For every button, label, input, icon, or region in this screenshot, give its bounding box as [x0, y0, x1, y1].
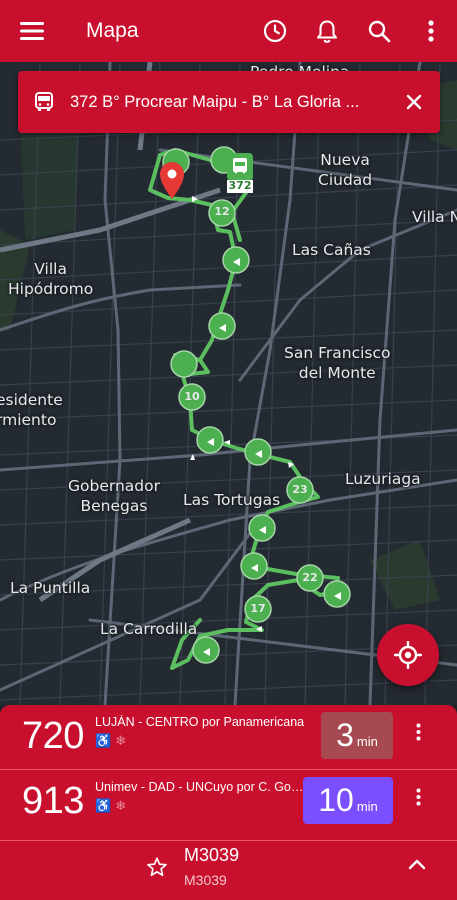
place-label-la-puntilla: La Puntilla: [10, 579, 91, 597]
eta-unit: min: [356, 734, 378, 749]
stop-number-12: 12: [214, 205, 230, 218]
route-title: 372 B° Procrear Maipu - B° La Gloria ...: [70, 92, 360, 111]
close-route-button[interactable]: [388, 94, 440, 110]
my-location-button[interactable]: [377, 624, 439, 686]
wheelchair-icon: ♿: [95, 733, 116, 748]
overflow-menu-button[interactable]: [405, 0, 457, 62]
line-number: 913: [22, 780, 84, 822]
bell-icon: [316, 20, 338, 43]
star-outline-icon: [147, 857, 167, 877]
place-label-villa-nueva: Villa Nu: [412, 208, 457, 226]
route-badge-372: 372: [228, 179, 252, 192]
arrivals-sheet: 720 LUJÁN - CENTRO por Panamericana ♿❄ 3…: [0, 705, 457, 900]
eta-value: 10: [318, 782, 354, 818]
stop-code: M3039: [184, 845, 240, 865]
bus-icon: [18, 92, 70, 112]
place-label-las-tortugas: Las Tortugas: [183, 491, 281, 509]
chevron-up-icon: [408, 859, 426, 870]
search-button[interactable]: [353, 0, 405, 62]
menu-button[interactable]: [0, 0, 64, 62]
row-more-button[interactable]: [408, 788, 428, 816]
map-view[interactable]: 372 12 10 23 22 17 Pedro Molina Nueva Ci…: [0, 62, 457, 705]
history-button[interactable]: [249, 0, 301, 62]
place-label-gobernador: Gobernador Benegas: [68, 477, 160, 515]
place-label-villa-hipodromo: Villa Hipódromo: [8, 260, 94, 298]
line-number: 720: [22, 715, 84, 757]
app-bar: Mapa: [0, 0, 457, 62]
history-icon: [263, 19, 287, 43]
street-network: [0, 62, 457, 705]
more-vert-icon: [416, 788, 420, 806]
place-label-san-francisco: San Francisco del Monte: [284, 344, 391, 382]
arrival-row[interactable]: 720 LUJÁN - CENTRO por Panamericana ♿❄ 3…: [0, 705, 457, 769]
more-vert-icon: [416, 723, 420, 741]
eta-badge: 10 min: [303, 777, 393, 824]
row-more-button[interactable]: [408, 723, 428, 751]
menu-icon: [20, 22, 44, 40]
expand-sheet-button[interactable]: [408, 857, 426, 875]
snowflake-icon: ❄: [115, 733, 131, 748]
place-label-las-canas: Las Cañas: [292, 241, 371, 259]
accessibility-icons: ♿❄: [95, 798, 130, 814]
search-icon: [368, 20, 391, 43]
eta-badge: 3 min: [321, 712, 393, 759]
stop-footer[interactable]: M3039 M3039: [0, 841, 457, 900]
stop-number-10: 10: [184, 390, 200, 403]
place-label-nueva-ciudad: Nueva Ciudad: [318, 151, 373, 189]
page-title: Mapa: [86, 19, 139, 42]
accessibility-icons: ♿❄: [95, 733, 130, 749]
notifications-button[interactable]: [301, 0, 353, 62]
stop-number-22: 22: [302, 571, 318, 584]
line-destination: Unimev - DAD - UNCuyo por C. Godoy Cruz: [95, 780, 307, 794]
place-label-la-carrodilla: La Carrodilla: [100, 620, 198, 638]
line-destination: LUJÁN - CENTRO por Panamericana: [95, 715, 305, 729]
stop-number-23: 23: [292, 483, 308, 496]
place-label-presidente: esidente rmiento: [0, 391, 63, 429]
close-icon: [406, 94, 422, 110]
place-label-luzuriaga: Luzuriaga: [345, 470, 421, 488]
crosshair-icon: [394, 641, 422, 669]
stop-number-17: 17: [250, 602, 266, 615]
snowflake-icon: ❄: [115, 798, 131, 813]
eta-value: 3: [336, 717, 354, 753]
favorite-button[interactable]: [146, 856, 168, 883]
more-vert-icon: [428, 20, 434, 42]
route-banner[interactable]: 372 B° Procrear Maipu - B° La Gloria ...: [18, 71, 440, 133]
wheelchair-icon: ♿: [95, 798, 116, 813]
arrival-row[interactable]: 913 Unimev - DAD - UNCuyo por C. Godoy C…: [0, 770, 457, 834]
eta-unit: min: [356, 799, 378, 814]
stop-subtitle: M3039: [184, 872, 227, 888]
